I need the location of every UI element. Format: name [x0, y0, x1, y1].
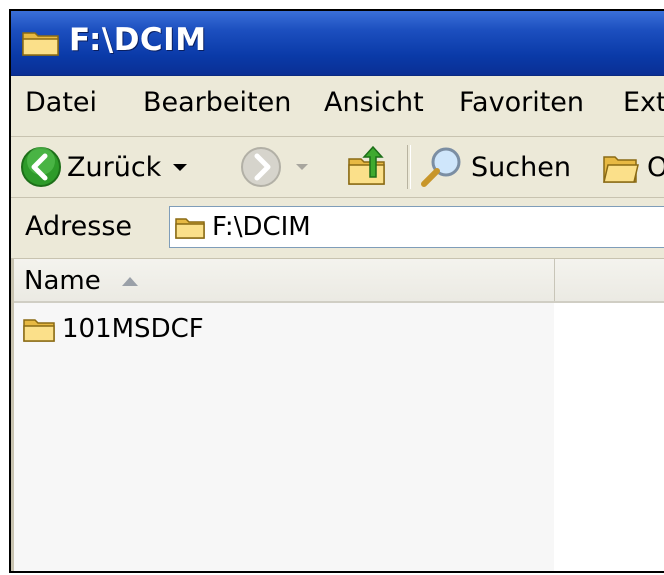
address-bar: Adresse F:\DCIM: [11, 198, 664, 259]
menu-datei[interactable]: Datei: [25, 87, 97, 118]
column-header-next[interactable]: [555, 259, 664, 301]
chevron-down-icon[interactable]: [169, 159, 191, 175]
up-folder-button[interactable]: [346, 143, 390, 191]
explorer-window: F:\DCIM Datei Bearbeiten Ansicht Favorit…: [9, 9, 664, 573]
folders-button[interactable]: O: [601, 143, 664, 191]
title-bar[interactable]: F:\DCIM: [11, 11, 664, 76]
column-header: Name: [14, 259, 664, 303]
forward-arrow-icon: [241, 147, 281, 187]
window-title: F:\DCIM: [69, 22, 207, 58]
menu-bearbeiten[interactable]: Bearbeiten: [143, 87, 291, 118]
toolbar-separator: [407, 145, 411, 189]
up-folder-icon: [348, 145, 385, 185]
column-name-label: Name: [24, 266, 101, 296]
folder-icon: [23, 319, 55, 342]
back-button[interactable]: Zurück: [19, 143, 191, 191]
folder-icon: [175, 218, 205, 239]
address-input[interactable]: F:\DCIM: [169, 206, 664, 248]
address-value: F:\DCIM: [212, 212, 311, 242]
folders-icon: [603, 156, 639, 183]
menu-extras[interactable]: Ext: [623, 87, 664, 118]
chevron-down-icon[interactable]: [291, 159, 313, 175]
sort-ascending-icon: [122, 277, 138, 286]
column-name-header[interactable]: Name: [14, 259, 555, 301]
list-item-name: 101MSDCF: [62, 314, 204, 344]
menu-ansicht[interactable]: Ansicht: [324, 87, 424, 118]
toolbar: Zurück Suchen: [11, 137, 664, 198]
list-item[interactable]: 101MSDCF: [22, 311, 204, 347]
address-label: Adresse: [25, 211, 132, 242]
back-arrow-icon: [21, 147, 61, 187]
search-label: Suchen: [471, 151, 571, 183]
menu-bar: Datei Bearbeiten Ansicht Favoriten Ext: [11, 76, 664, 137]
search-icon: [421, 147, 461, 187]
folders-label: O: [647, 152, 664, 183]
folder-icon: [22, 32, 59, 56]
back-label: Zurück: [67, 151, 162, 183]
menu-favoriten[interactable]: Favoriten: [459, 87, 584, 118]
search-button[interactable]: Suchen: [419, 143, 571, 191]
file-list[interactable]: Name 101MSDCF: [11, 259, 664, 571]
forward-button[interactable]: [239, 143, 313, 191]
